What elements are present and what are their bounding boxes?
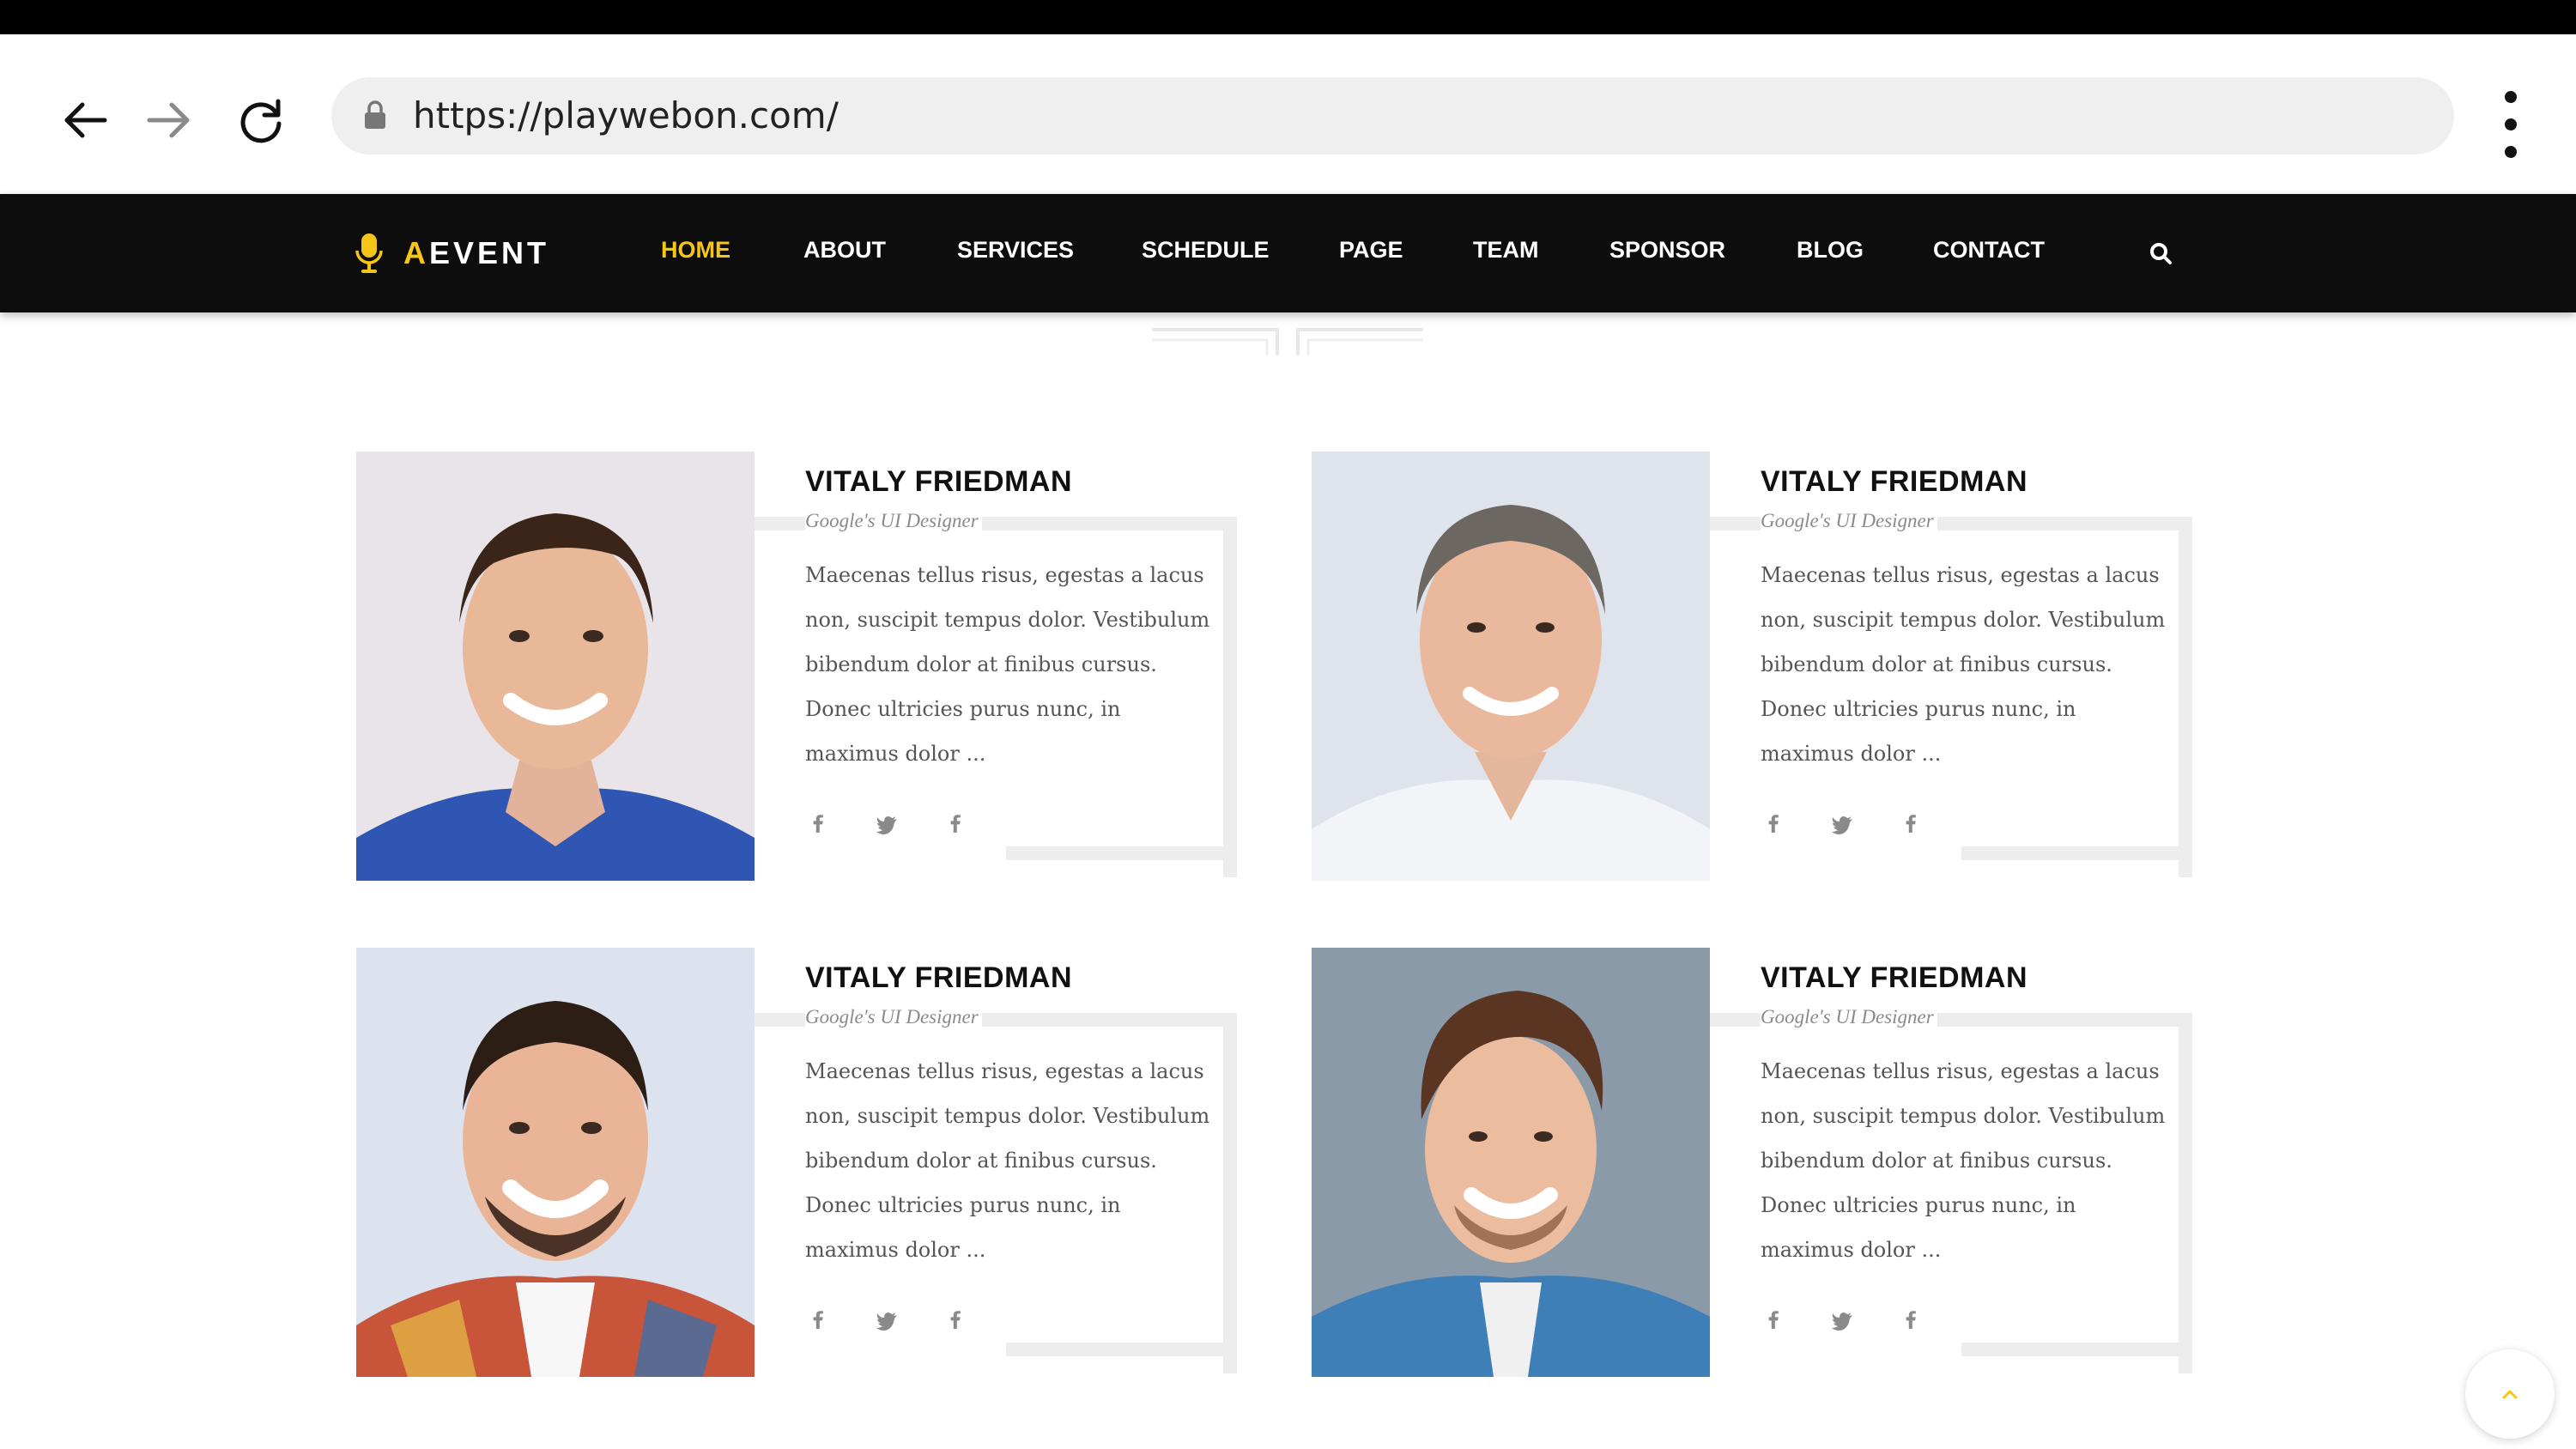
- logo-text: AEVENT: [403, 235, 550, 270]
- forward-arrow-icon: [147, 102, 190, 138]
- twitter-icon[interactable]: [1829, 812, 1855, 838]
- speaker-bio: Maecenas tellus risus, egestas a lacus n…: [805, 563, 1210, 766]
- search-icon[interactable]: [2146, 239, 2177, 270]
- menu-item-about[interactable]: ABOUT: [803, 237, 886, 264]
- speaker-role: Google's UI Designer: [1761, 510, 1937, 532]
- browser-toolbar: https://playwebon.com/: [0, 34, 2576, 194]
- menu-item-blog[interactable]: BLOG: [1797, 237, 1864, 264]
- speaker-role: Google's UI Designer: [1761, 1006, 1937, 1028]
- facebook-icon[interactable]: [1898, 1308, 1924, 1334]
- speaker-photo[interactable]: [356, 948, 755, 1377]
- menu-item-sponsor[interactable]: SPONSOR: [1609, 237, 1725, 264]
- menu-item-home[interactable]: HOME: [661, 237, 730, 264]
- facebook-icon[interactable]: [1761, 1308, 1786, 1334]
- menu-item-team[interactable]: TEAM: [1473, 237, 1539, 264]
- speaker-name: VITALY FRIEDMAN: [805, 961, 1073, 994]
- facebook-icon[interactable]: [805, 812, 831, 838]
- speaker-role: Google's UI Designer: [805, 1006, 982, 1028]
- status-bar: [0, 0, 2576, 34]
- speaker-name: VITALY FRIEDMAN: [805, 465, 1073, 498]
- speaker-name: VITALY FRIEDMAN: [1761, 465, 2028, 498]
- menu-item-contact[interactable]: CONTACT: [1933, 237, 2045, 264]
- scroll-to-top-button[interactable]: [2465, 1349, 2555, 1439]
- card-frame-bottom: [1006, 1343, 1237, 1356]
- speaker-card: VITALY FRIEDMAN Google's UI Designer Mae…: [1312, 948, 2239, 1394]
- menu-item-page[interactable]: PAGE: [1339, 237, 1403, 264]
- section-ornament: [1152, 328, 1423, 355]
- facebook-icon[interactable]: [1898, 812, 1924, 838]
- forward-button[interactable]: [134, 86, 203, 155]
- menu-item-services[interactable]: SERVICES: [957, 237, 1074, 264]
- speaker-photo[interactable]: [1312, 452, 1710, 881]
- lock-icon: [365, 100, 385, 129]
- card-frame-bottom: [1961, 1343, 2192, 1356]
- speaker-card: VITALY FRIEDMAN Google's UI Designer Mae…: [356, 452, 1283, 898]
- speaker-name: VITALY FRIEDMAN: [1761, 961, 2028, 994]
- site-header: AEVENT HOME ABOUT SERVICES SCHEDULE PAGE…: [0, 194, 2576, 312]
- facebook-icon[interactable]: [1761, 812, 1786, 838]
- twitter-icon[interactable]: [874, 1308, 900, 1334]
- chevron-up-icon: [2502, 1390, 2518, 1399]
- microphone-icon: [355, 233, 383, 273]
- speaker-photo[interactable]: [356, 452, 755, 881]
- speaker-photo[interactable]: [1312, 948, 1710, 1377]
- more-vertical-icon[interactable]: [2489, 86, 2532, 163]
- facebook-icon[interactable]: [805, 1308, 831, 1334]
- facebook-icon[interactable]: [943, 812, 968, 838]
- speaker-bio: Maecenas tellus risus, egestas a lacus n…: [1761, 1059, 2166, 1262]
- facebook-icon[interactable]: [943, 1308, 968, 1334]
- speaker-bio: Maecenas tellus risus, egestas a lacus n…: [805, 1059, 1210, 1262]
- card-frame-bottom: [1961, 846, 2192, 860]
- card-frame-bottom: [1006, 846, 1237, 860]
- speaker-bio: Maecenas tellus risus, egestas a lacus n…: [1761, 563, 2166, 766]
- reload-icon: [240, 99, 282, 143]
- back-button[interactable]: [52, 86, 120, 155]
- speaker-card: VITALY FRIEDMAN Google's UI Designer Mae…: [356, 948, 1283, 1394]
- address-bar[interactable]: https://playwebon.com/: [331, 77, 2454, 155]
- back-arrow-icon: [64, 102, 107, 138]
- reload-button[interactable]: [227, 86, 295, 155]
- twitter-icon[interactable]: [874, 812, 900, 838]
- site-logo[interactable]: AEVENT: [354, 232, 549, 275]
- speaker-role: Google's UI Designer: [805, 510, 982, 532]
- twitter-icon[interactable]: [1829, 1308, 1855, 1334]
- speaker-card: VITALY FRIEDMAN Google's UI Designer Mae…: [1312, 452, 2239, 898]
- url-text: https://playwebon.com/: [413, 94, 839, 136]
- menu-item-schedule[interactable]: SCHEDULE: [1142, 237, 1270, 264]
